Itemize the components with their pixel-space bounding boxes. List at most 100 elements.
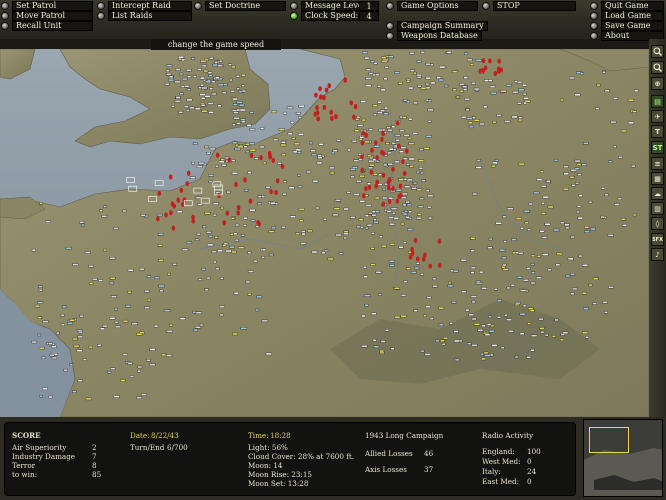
unit-marker[interactable] — [327, 257, 334, 261]
unit-marker[interactable] — [281, 226, 286, 229]
enemy-unit-marker[interactable] — [329, 109, 333, 115]
unit-marker[interactable] — [391, 125, 396, 129]
unit-marker[interactable] — [471, 317, 477, 321]
unit-marker[interactable] — [122, 209, 127, 213]
unit-marker[interactable] — [429, 317, 434, 320]
unit-marker[interactable] — [436, 76, 442, 79]
unit-marker[interactable] — [364, 227, 369, 230]
unit-marker[interactable] — [240, 118, 246, 121]
enemy-unit-marker[interactable] — [481, 58, 486, 64]
enemy-unit-marker[interactable] — [364, 186, 368, 192]
unit-marker[interactable] — [375, 271, 382, 274]
unit-marker[interactable] — [468, 313, 474, 317]
unit-marker[interactable] — [231, 250, 237, 254]
unit-marker[interactable] — [62, 305, 67, 309]
unit-marker[interactable] — [492, 120, 497, 124]
unit-marker[interactable] — [460, 259, 467, 262]
unit-marker[interactable] — [530, 263, 535, 266]
unit-marker[interactable] — [198, 278, 203, 281]
unit-marker[interactable] — [370, 232, 375, 235]
unit-marker[interactable] — [473, 119, 480, 122]
unit-marker[interactable] — [565, 226, 570, 230]
unit-marker[interactable] — [301, 232, 306, 236]
unit-marker[interactable] — [418, 167, 424, 170]
unit-marker[interactable] — [37, 316, 42, 319]
quit-game-button[interactable]: Quit Game — [590, 1, 664, 11]
unit-marker[interactable] — [574, 167, 580, 170]
unit-marker[interactable] — [449, 322, 454, 325]
unit-marker[interactable] — [48, 395, 53, 399]
unit-marker[interactable] — [69, 363, 74, 366]
enemy-unit-marker[interactable] — [483, 65, 488, 71]
unit-marker[interactable] — [194, 326, 201, 329]
unit-marker[interactable] — [366, 223, 373, 227]
unit-marker[interactable] — [72, 337, 78, 341]
unit-marker[interactable] — [127, 268, 134, 272]
unit-marker[interactable] — [249, 128, 256, 131]
unit-marker[interactable] — [385, 142, 390, 145]
unit-marker[interactable] — [243, 216, 248, 220]
unit-marker[interactable] — [540, 331, 545, 334]
unit-marker[interactable] — [506, 286, 511, 290]
unit-marker[interactable] — [596, 83, 601, 87]
unit-marker[interactable] — [540, 170, 544, 173]
unit-marker[interactable] — [282, 111, 287, 115]
unit-marker[interactable] — [214, 61, 219, 64]
unit-marker[interactable] — [488, 315, 492, 318]
unit-marker[interactable] — [323, 218, 327, 221]
unit-marker[interactable] — [140, 214, 146, 217]
unit-marker[interactable] — [115, 325, 121, 329]
unit-marker[interactable] — [383, 163, 388, 167]
unit-marker[interactable] — [186, 75, 192, 78]
unit-marker[interactable] — [439, 65, 446, 69]
enemy-unit-marker[interactable] — [248, 198, 253, 204]
unit-marker[interactable] — [197, 68, 202, 71]
unit-marker[interactable] — [406, 163, 410, 166]
unit-marker[interactable] — [529, 309, 535, 312]
unit-marker[interactable] — [232, 103, 238, 106]
overview-minimap[interactable] — [583, 419, 663, 497]
unit-marker[interactable] — [546, 180, 551, 183]
unit-marker[interactable] — [447, 284, 454, 288]
unit-marker[interactable] — [425, 82, 430, 86]
enemy-unit-marker[interactable] — [387, 198, 392, 204]
unit-marker[interactable] — [409, 52, 415, 55]
unit-marker[interactable] — [407, 228, 414, 231]
enemy-unit-marker[interactable] — [497, 58, 501, 64]
unit-marker[interactable] — [565, 274, 571, 278]
unit-marker[interactable] — [400, 294, 407, 297]
unit-marker[interactable] — [376, 111, 383, 114]
enemy-unit-marker[interactable] — [360, 140, 365, 146]
unit-marker[interactable] — [166, 64, 173, 67]
unit-marker[interactable] — [295, 148, 302, 152]
unit-marker[interactable] — [450, 269, 454, 272]
unit-marker[interactable] — [472, 116, 476, 119]
enemy-unit-marker[interactable] — [164, 212, 168, 218]
unit-marker[interactable] — [466, 342, 472, 345]
enemy-unit-marker[interactable] — [318, 94, 323, 100]
unit-marker[interactable] — [168, 323, 173, 327]
unit-marker[interactable] — [42, 320, 49, 323]
unit-marker[interactable] — [317, 156, 323, 159]
unit-marker[interactable] — [186, 241, 193, 244]
unit-marker[interactable] — [350, 175, 355, 179]
show-routes-icon[interactable]: ◊ — [651, 217, 664, 230]
unit-marker[interactable] — [562, 331, 569, 335]
unit-marker[interactable] — [269, 201, 276, 205]
unit-marker[interactable] — [158, 233, 164, 236]
unit-marker[interactable] — [569, 176, 575, 179]
unit-marker[interactable] — [484, 79, 490, 82]
unit-marker[interactable] — [103, 248, 107, 252]
unit-marker[interactable] — [394, 71, 400, 74]
enemy-unit-marker[interactable] — [374, 183, 378, 189]
unit-marker[interactable] — [462, 85, 468, 89]
unit-marker[interactable] — [547, 268, 552, 272]
unit-marker[interactable] — [604, 311, 608, 314]
unit-marker[interactable] — [158, 259, 164, 262]
unit-marker[interactable] — [333, 207, 340, 210]
unit-marker[interactable] — [453, 339, 460, 343]
unit-marker[interactable] — [265, 352, 272, 356]
unit-marker[interactable] — [469, 63, 474, 66]
enemy-unit-marker[interactable] — [381, 172, 386, 178]
unit-marker[interactable] — [213, 260, 217, 264]
